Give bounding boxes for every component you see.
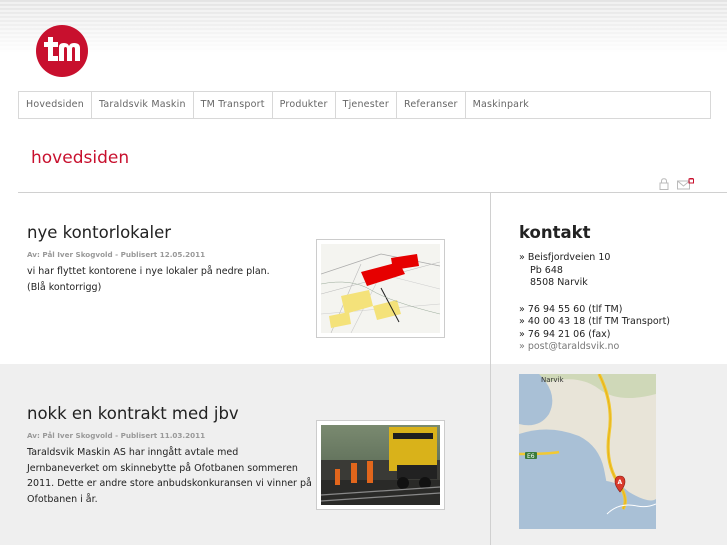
article-meta: Av: Pål Iver Skogvold - Publisert 12.05.… [27, 250, 206, 259]
map-place-label: Narvik [541, 376, 564, 384]
article-thumbnail-railway[interactable] [316, 420, 445, 510]
contact-info: » Beisfjordveien 10 Pb 648 8508 Narvik »… [519, 252, 670, 354]
article-title[interactable]: nokk en kontrakt med jbv [27, 404, 312, 423]
nav-item-taraldsvik-maskin[interactable]: Taraldsvik Maskin [92, 92, 194, 118]
company-logo[interactable] [36, 25, 88, 77]
map-image: E6 Narvik A [519, 374, 656, 529]
contact-title: kontakt [519, 223, 591, 242]
header-band [0, 0, 727, 52]
article-body: Taraldsvik Maskin AS har inngått avtale … [27, 447, 312, 505]
nav-item-tm-transport[interactable]: TM Transport [194, 92, 273, 118]
map-marker-label: A [618, 479, 623, 486]
main-nav: Hovedsiden Taraldsvik Maskin TM Transpor… [18, 91, 711, 119]
page-title: hovedsiden [31, 148, 130, 168]
nav-item-referanser[interactable]: Referanser [397, 92, 466, 118]
contact-postcode: 8508 Narvik [530, 277, 588, 288]
nav-item-produkter[interactable]: Produkter [273, 92, 336, 118]
lock-icon[interactable] [657, 175, 671, 190]
nav-item-tjenester[interactable]: Tjenester [336, 92, 397, 118]
contact-fax: » 76 94 21 06 (fax) [519, 328, 611, 340]
utility-icons [657, 175, 694, 190]
location-map[interactable]: E6 Narvik A [519, 374, 656, 529]
column-divider [490, 193, 491, 545]
site-plan-image [320, 244, 441, 334]
article-item: nokk en kontrakt med jbv Av: Pål Iver Sk… [27, 404, 312, 507]
contact-pobox: Pb 648 [530, 264, 563, 276]
logo-mark-icon [44, 37, 80, 61]
nav-item-maskinpark[interactable]: Maskinpark [466, 92, 536, 118]
mail-icon[interactable] [677, 175, 694, 190]
article-body: vi har flyttet kontorene i nye lokaler p… [27, 266, 270, 293]
nav-item-hovedsiden[interactable]: Hovedsiden [19, 92, 92, 118]
railway-work-photo [320, 425, 441, 505]
article-meta: Av: Pål Iver Skogvold - Publisert 11.03.… [27, 431, 206, 440]
title-divider [18, 192, 727, 193]
contact-email-link[interactable]: » post@taraldsvik.no [519, 341, 670, 354]
contact-street: » Beisfjordveien 10 [519, 252, 611, 263]
contact-phone-tm: » 76 94 55 60 (tlf TM) [519, 303, 623, 315]
road-label: E6 [527, 453, 535, 460]
article-item: nye kontorlokaler Av: Pål Iver Skogvold … [27, 223, 297, 295]
article-title[interactable]: nye kontorlokaler [27, 223, 297, 242]
contact-phone-transport: » 40 00 43 18 (tlf TM Transport) [519, 316, 671, 327]
article-thumbnail-site-plan[interactable] [316, 239, 445, 338]
